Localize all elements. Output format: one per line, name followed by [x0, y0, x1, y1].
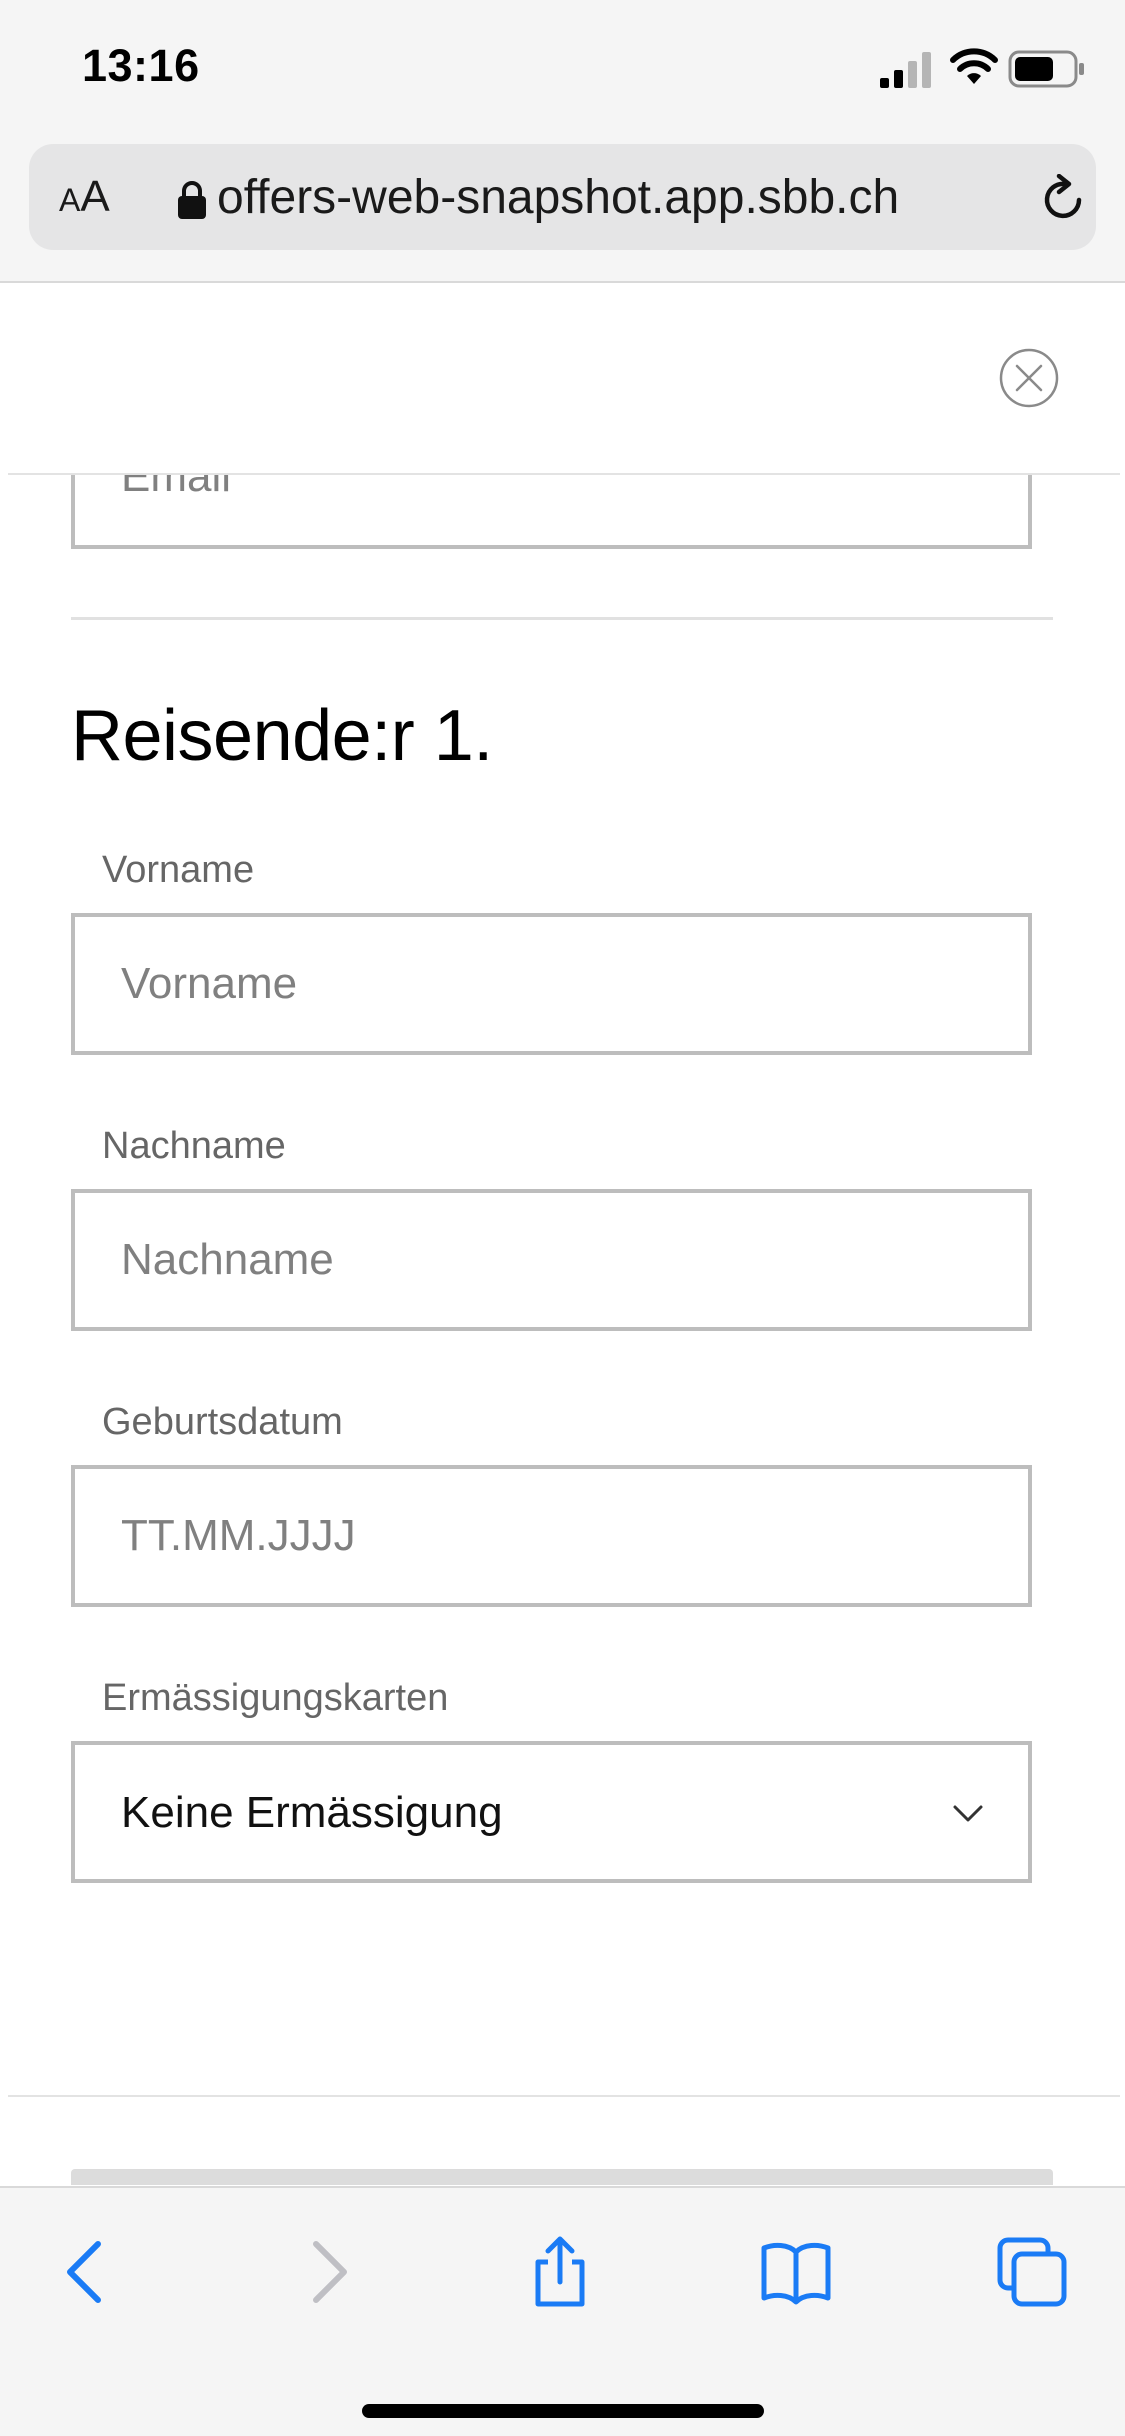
chevron-down-icon — [953, 1805, 983, 1822]
text-size-small-label: A — [59, 182, 81, 218]
first-name-input[interactable] — [71, 913, 1032, 1055]
back-icon[interactable] — [50, 2236, 122, 2308]
reload-icon[interactable] — [1039, 174, 1089, 226]
bookmarks-icon[interactable] — [760, 2236, 832, 2308]
submit-button[interactable] — [71, 2169, 1053, 2185]
modal-content: Email Reisende:r 1. Vorname Nachname Geb… — [0, 285, 1125, 2185]
status-bar: 13:16 — [0, 0, 1125, 140]
close-icon[interactable] — [998, 347, 1060, 409]
first-name-label: Vorname — [102, 849, 255, 891]
wifi-icon — [950, 48, 998, 84]
section-divider — [71, 617, 1053, 620]
signal-icon — [880, 52, 931, 88]
modal-header — [8, 285, 1120, 475]
address-bar[interactable]: AA offers-web-snapshot.app.sbb.ch — [29, 144, 1096, 250]
discount-card-value: Keine Ermässigung — [121, 1788, 503, 1837]
forward-icon[interactable] — [292, 2236, 364, 2308]
last-name-input[interactable] — [71, 1189, 1032, 1331]
last-name-label: Nachname — [102, 1125, 286, 1167]
discount-card-label: Ermässigungskarten — [102, 1677, 449, 1719]
footer-divider — [8, 2095, 1120, 2097]
home-indicator[interactable] — [362, 2404, 764, 2418]
status-time: 13:16 — [82, 40, 200, 91]
text-size-large-label: A — [80, 172, 110, 221]
browser-toolbar — [0, 2186, 1125, 2436]
url-text[interactable]: offers-web-snapshot.app.sbb.ch — [217, 170, 997, 226]
section-title: Reisende:r 1. — [71, 696, 493, 776]
birthdate-input[interactable] — [71, 1465, 1032, 1607]
browser-address-area: AA offers-web-snapshot.app.sbb.ch — [0, 140, 1125, 283]
battery-icon — [1008, 50, 1084, 88]
lock-icon — [178, 181, 206, 219]
tabs-icon[interactable] — [996, 2236, 1068, 2308]
share-icon[interactable] — [524, 2236, 596, 2308]
text-size-button[interactable]: AA — [59, 172, 110, 222]
discount-card-select[interactable]: Keine Ermässigung — [71, 1741, 1032, 1883]
birthdate-label: Geburtsdatum — [102, 1401, 343, 1443]
